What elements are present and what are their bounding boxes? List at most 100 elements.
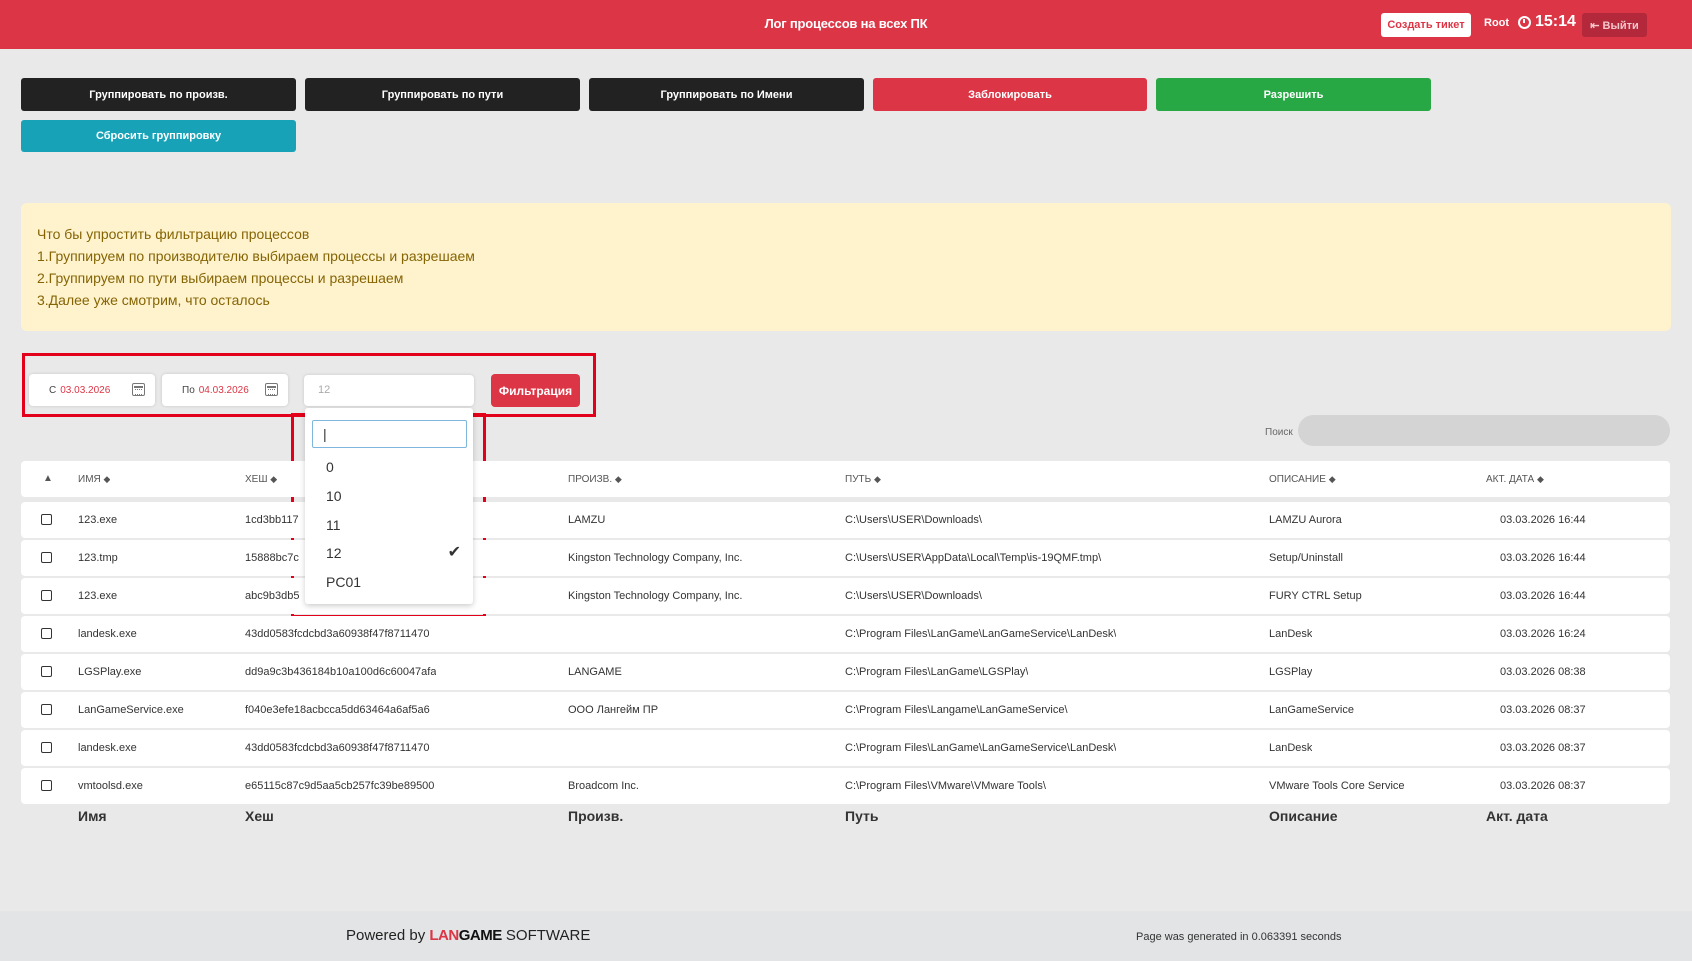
cell-desc: LGSPlay <box>1269 666 1313 678</box>
row-checkbox[interactable] <box>41 590 52 601</box>
cell-name: LGSPlay.exe <box>78 666 142 678</box>
sort-icon: ◆ <box>1328 474 1336 484</box>
cell-desc: Setup/Uninstall <box>1269 552 1343 564</box>
footer-col-path: Путь <box>845 808 879 824</box>
search-label: Поиск <box>1265 427 1293 438</box>
group-by-name-button[interactable]: Группировать по Имени <box>589 78 864 111</box>
cell-name: 123.tmp <box>78 552 118 564</box>
dropdown-option-selected[interactable]: 12 ✔ <box>305 539 473 567</box>
col-name[interactable]: ИМЯ ◆ <box>78 461 110 497</box>
table-row[interactable]: 123.exe abc9b3db5 Kingston Technology Co… <box>21 578 1670 614</box>
cell-date: 03.03.2026 08:37 <box>1500 704 1586 716</box>
date-to[interactable]: По 04.03.2026 <box>162 374 288 406</box>
footer-col-name: Имя <box>78 808 107 824</box>
allow-button[interactable]: Разрешить <box>1156 78 1431 111</box>
table-row[interactable]: 123.exe 1cd3bb117 LAMZU C:\Users\USER\Do… <box>21 502 1670 538</box>
clock-time: 15:14 <box>1535 13 1576 30</box>
cell-path: C:\Users\USER\Downloads\ <box>845 590 982 602</box>
col-vendor[interactable]: ПРОИЗВ. ◆ <box>568 461 622 497</box>
cell-desc: FURY CTRL Setup <box>1269 590 1362 602</box>
search-input[interactable] <box>1298 415 1670 446</box>
date-from[interactable]: С 03.03.2026 <box>29 374 155 406</box>
row-checkbox[interactable] <box>41 628 52 639</box>
cell-name: 123.exe <box>78 514 118 526</box>
dropdown-option[interactable]: 10 <box>305 482 473 510</box>
brand-logo: LANGAME <box>429 927 502 944</box>
create-ticket-button[interactable]: Создать тикет <box>1381 13 1471 37</box>
user-name: Root <box>1484 17 1510 29</box>
info-box: Что бы упростить фильтрацию процессов 1.… <box>21 203 1671 331</box>
calendar-icon[interactable] <box>265 383 278 396</box>
pc-dropdown: | 0 10 11 12 ✔ PC01 <box>305 408 473 604</box>
row-checkbox[interactable] <box>41 780 52 791</box>
cell-hash: dd9a9c3b436184b10a100d6c60047afa <box>245 666 437 678</box>
cell-date: 03.03.2026 08:37 <box>1500 742 1586 754</box>
table-row[interactable]: 123.tmp 15888bc7c Kingston Technology Co… <box>21 540 1670 576</box>
cell-path: C:\Program Files\LanGame\LanGameService\… <box>845 742 1117 754</box>
table-footer: Имя Хеш Произв. Путь Описание Акт. дата <box>21 808 1670 836</box>
date-to-value: 04.03.2026 <box>198 384 249 396</box>
cell-date: 03.03.2026 08:37 <box>1500 780 1586 792</box>
row-checkbox[interactable] <box>41 742 52 753</box>
brand-software: SOFTWARE <box>505 927 591 944</box>
cell-date: 03.03.2026 16:44 <box>1500 590 1586 602</box>
cell-name: 123.exe <box>78 590 118 602</box>
cell-vendor: Kingston Technology Company, Inc. <box>568 552 743 564</box>
dropdown-option[interactable]: PC01 <box>305 568 473 596</box>
table-row[interactable]: LanGameService.exe f040e3efe18acbcca5dd6… <box>21 692 1670 728</box>
row-checkbox[interactable] <box>41 704 52 715</box>
sort-icon: ◆ <box>1536 474 1544 484</box>
filter-button[interactable]: Фильтрация <box>491 374 580 407</box>
cell-date: 03.03.2026 16:24 <box>1500 628 1586 640</box>
cell-hash: f040e3efe18acbcca5dd63464a6af5a6 <box>245 704 430 716</box>
page-footer: Powered by LANGAME SOFTWARE Page was gen… <box>0 911 1692 961</box>
logout-icon: ⇤ <box>1590 19 1600 32</box>
generation-time: Page was generated in 0.063391 seconds <box>1136 931 1342 943</box>
table-row[interactable]: LGSPlay.exe dd9a9c3b436184b10a100d6c6004… <box>21 654 1670 690</box>
col-path[interactable]: ПУТЬ ◆ <box>845 461 881 497</box>
dropdown-option[interactable]: 0 <box>305 453 473 481</box>
table-row[interactable]: landesk.exe 43dd0583fcdcbd3a60938f47f871… <box>21 730 1670 766</box>
row-checkbox[interactable] <box>41 666 52 677</box>
table-row[interactable]: vmtoolsd.exe e65115c87c9d5aa5cb257fc39be… <box>21 768 1670 804</box>
block-button[interactable]: Заблокировать <box>873 78 1147 111</box>
cell-date: 03.03.2026 16:44 <box>1500 552 1586 564</box>
top-bar: Лог процессов на всех ПК Создать тикет R… <box>0 0 1692 49</box>
group-by-path-button[interactable]: Группировать по пути <box>305 78 580 111</box>
cell-hash: 43dd0583fcdcbd3a60938f47f8711470 <box>245 742 430 754</box>
cell-path: C:\Users\USER\Downloads\ <box>845 514 982 526</box>
pc-select[interactable]: 12 <box>304 375 474 406</box>
cell-path: C:\Users\USER\AppData\Local\Temp\is-19QM… <box>845 552 1102 564</box>
reset-grouping-button[interactable]: Сбросить группировку <box>21 120 296 152</box>
cell-desc: VMware Tools Core Service <box>1269 780 1405 792</box>
logout-button[interactable]: ⇤ Выйти <box>1582 13 1647 37</box>
cell-path: C:\Program Files\Langame\LanGameService\ <box>845 704 1068 716</box>
table-row[interactable]: landesk.exe 43dd0583fcdcbd3a60938f47f871… <box>21 616 1670 652</box>
group-by-vendor-button[interactable]: Группировать по произв. <box>21 78 296 111</box>
calendar-icon[interactable] <box>132 383 145 396</box>
col-hash[interactable]: ХЕШ ◆ <box>245 461 277 497</box>
powered-label: Powered by <box>346 927 426 944</box>
cell-hash: 43dd0583fcdcbd3a60938f47f8711470 <box>245 628 430 640</box>
cell-vendor: LANGAME <box>568 666 622 678</box>
col-date[interactable]: АКТ. ДАТА ◆ <box>1486 461 1544 497</box>
footer-col-desc: Описание <box>1269 808 1338 824</box>
cell-desc: LAMZU Aurora <box>1269 514 1342 526</box>
row-checkbox[interactable] <box>41 514 52 525</box>
cell-desc: LanGameService <box>1269 704 1354 716</box>
row-checkbox[interactable] <box>41 552 52 563</box>
col-desc[interactable]: ОПИСАНИЕ ◆ <box>1269 461 1336 497</box>
date-to-label: По <box>182 384 195 396</box>
sort-icon: ◆ <box>103 474 111 484</box>
dropdown-search-input[interactable]: | <box>312 420 467 448</box>
sort-icon[interactable]: ▲ <box>43 461 53 497</box>
cell-desc: LanDesk <box>1269 742 1313 754</box>
cell-path: C:\Program Files\LanGame\LanGameService\… <box>845 628 1117 640</box>
cell-vendor: Broadcom Inc. <box>568 780 639 792</box>
sort-icon: ◆ <box>874 474 881 484</box>
dropdown-option[interactable]: 11 <box>305 511 473 539</box>
cell-vendor: Kingston Technology Company, Inc. <box>568 590 743 602</box>
cell-hash: 15888bc7c <box>245 552 299 564</box>
cell-name: landesk.exe <box>78 742 137 754</box>
dropdown-option-label: 12 <box>326 545 342 561</box>
